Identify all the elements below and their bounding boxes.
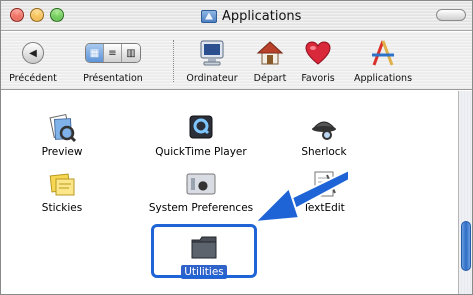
back-arrow-icon: ◀ xyxy=(22,42,44,64)
sherlock-icon xyxy=(311,121,337,140)
back-button[interactable]: ◀ Précédent xyxy=(9,36,57,84)
view-control[interactable]: ▦ ≡ ▥ Présentation xyxy=(63,36,163,84)
file-label: Preview xyxy=(41,146,83,158)
column-view-icon[interactable]: ▥ xyxy=(122,44,140,62)
applications-label: Applications xyxy=(353,73,413,84)
preview-icon xyxy=(49,113,77,143)
title-bar[interactable]: Applications xyxy=(1,1,472,31)
window-title-text: Applications xyxy=(222,8,302,24)
heart-icon xyxy=(305,41,331,65)
home-icon xyxy=(256,41,284,65)
file-item-stickies[interactable]: Stickies xyxy=(17,165,107,214)
close-button[interactable] xyxy=(10,8,24,22)
home-label: Départ xyxy=(253,73,287,84)
toolbar: ◀ Précédent ▦ ≡ ▥ Présentation Ordinateu… xyxy=(1,32,472,90)
view-label: Présentation xyxy=(83,73,143,84)
vertical-scrollbar[interactable] xyxy=(458,91,472,294)
icon-view-icon[interactable]: ▦ xyxy=(86,44,104,62)
file-label: QuickTime Player xyxy=(155,146,247,158)
favorites-label: Favoris xyxy=(301,73,335,84)
minimize-button[interactable] xyxy=(30,8,44,22)
file-label: Stickies xyxy=(41,202,83,214)
back-label: Précédent xyxy=(9,73,57,84)
toolbar-toggle-button[interactable] xyxy=(436,9,466,21)
applications-icon xyxy=(372,40,394,66)
stickies-icon xyxy=(49,173,75,196)
scrollbar-thumb[interactable] xyxy=(461,221,471,271)
file-item-preview[interactable]: Preview xyxy=(17,109,107,158)
list-view-icon[interactable]: ≡ xyxy=(104,44,122,62)
pointer-arrow-icon xyxy=(252,168,350,224)
computer-label: Ordinateur xyxy=(186,73,238,84)
computer-button[interactable]: Ordinateur xyxy=(181,36,243,84)
applications-button[interactable]: Applications xyxy=(347,36,419,84)
quicktime-icon xyxy=(189,115,213,139)
finder-window: Applications ◀ Précédent ▦ ≡ ▥ Présentat… xyxy=(0,0,473,295)
home-button[interactable]: Départ xyxy=(249,36,291,84)
computer-icon xyxy=(200,40,224,66)
file-label: Sherlock xyxy=(301,146,347,158)
applications-folder-icon xyxy=(201,9,217,23)
view-segmented-control[interactable]: ▦ ≡ ▥ xyxy=(85,43,141,63)
file-item-sherlock[interactable]: Sherlock xyxy=(279,109,369,158)
svg-text:●: ● xyxy=(198,178,208,192)
favorites-button[interactable]: Favoris xyxy=(297,36,339,84)
zoom-button[interactable] xyxy=(50,8,64,22)
system-preferences-icon: ● xyxy=(186,173,216,195)
file-item-quicktime-player[interactable]: QuickTime Player xyxy=(141,109,261,158)
toolbar-separator xyxy=(173,40,174,82)
window-title: Applications xyxy=(201,6,301,26)
